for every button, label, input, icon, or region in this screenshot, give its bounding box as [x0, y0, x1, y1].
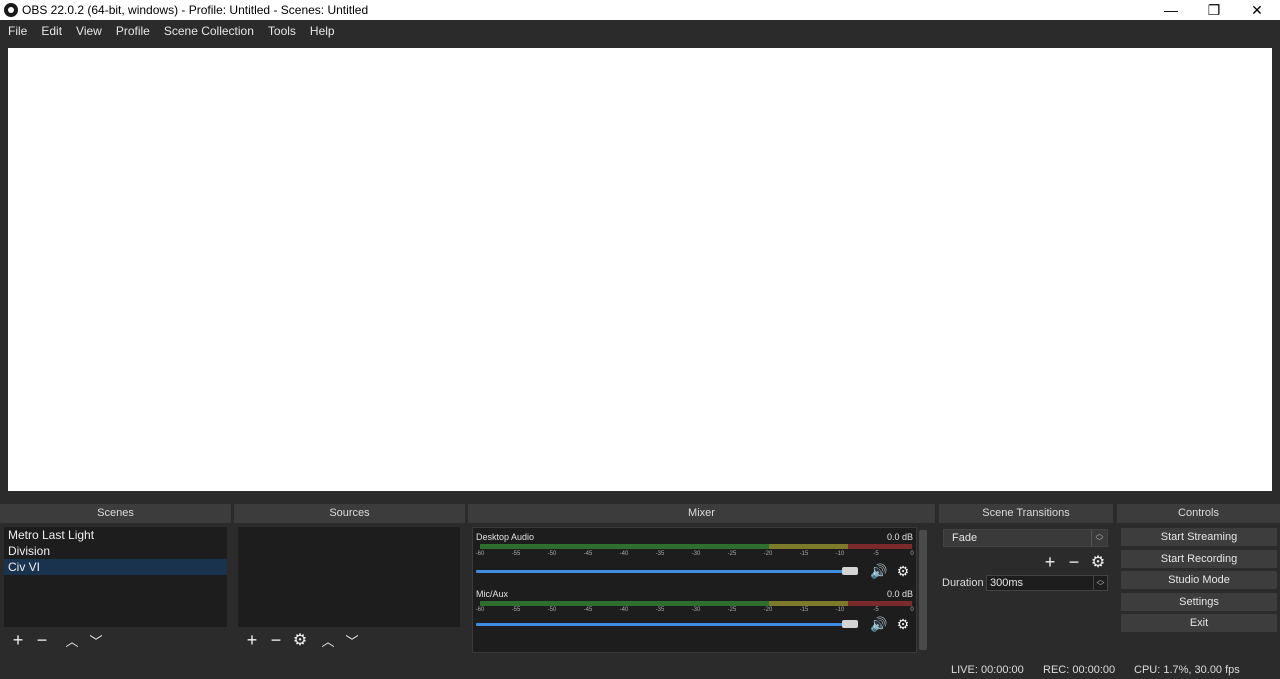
meter-tick-label: -60 — [475, 607, 485, 613]
add-source-icon[interactable]: + — [240, 629, 264, 651]
title-bar: OBS 22.0.2 (64-bit, windows) - Profile: … — [0, 0, 1280, 20]
meter-tick-label: -25 — [727, 551, 737, 557]
transition-select[interactable]: Fade ︿ ﹀ — [943, 529, 1108, 547]
transitions-toolbar: + − ⚙ — [1038, 551, 1110, 573]
meter-tick-label: -45 — [583, 551, 593, 557]
minimize-button[interactable]: — — [1150, 0, 1192, 20]
scene-item-selected[interactable]: Civ VI — [4, 559, 227, 575]
menu-view[interactable]: View — [69, 20, 109, 42]
transition-selected-value: Fade — [952, 532, 978, 544]
meter-ticks-mic-aux: -60 -55 -50 -45 -40 -35 -30 -25 -20 -15 -10 -5 0 — [476, 607, 914, 615]
add-scene-icon[interactable]: + — [6, 629, 30, 651]
meter-tick-label: -5 — [873, 551, 879, 557]
menu-tools[interactable]: Tools — [261, 20, 303, 42]
studio-mode-button[interactable]: Studio Mode — [1121, 571, 1277, 589]
chevron-updown-icon: ︿ ﹀ — [1091, 530, 1107, 546]
restore-button[interactable]: ❐ — [1193, 0, 1235, 20]
scene-item[interactable]: Metro Last Light — [4, 527, 227, 543]
obs-logo-icon — [4, 3, 18, 17]
scenes-toolbar: + − ︿ ﹀ — [6, 629, 108, 651]
menu-bar: File Edit View Profile Scene Collection … — [0, 20, 1280, 42]
meter-tick-label: -45 — [583, 607, 593, 613]
channel-name-desktop-audio: Desktop Audio — [476, 532, 535, 542]
transitions-dock-title: Scene Transitions — [939, 504, 1113, 523]
scene-item[interactable]: Division — [4, 543, 227, 559]
start-recording-button[interactable]: Start Recording — [1121, 550, 1277, 568]
meter-tick-label: -15 — [799, 607, 809, 613]
meter-tick-label: -20 — [763, 607, 773, 613]
channel-gear-icon[interactable]: ⚙ — [894, 563, 912, 579]
scenes-dock-title: Scenes — [0, 504, 231, 523]
start-streaming-button[interactable]: Start Streaming — [1121, 528, 1277, 546]
volume-slider-mic-aux[interactable] — [476, 623, 856, 626]
menu-scene-collection[interactable]: Scene Collection — [157, 20, 261, 42]
menu-edit[interactable]: Edit — [34, 20, 69, 42]
source-properties-gear-icon[interactable]: ⚙ — [288, 629, 312, 651]
remove-source-icon[interactable]: − — [264, 629, 288, 651]
status-cpu: CPU: 1.7%, 30.00 fps — [1134, 664, 1240, 676]
meter-ticks-desktop-audio: -60 -55 -50 -45 -40 -35 -30 -25 -20 -15 -10 -5 0 — [476, 551, 914, 559]
sources-dock-title: Sources — [234, 504, 465, 523]
mixer-scrollbar[interactable] — [919, 530, 927, 650]
remove-scene-icon[interactable]: − — [30, 629, 54, 651]
menu-profile[interactable]: Profile — [109, 20, 157, 42]
window-title: OBS 22.0.2 (64-bit, windows) - Profile: … — [22, 3, 369, 17]
channel-db-mic-aux: 0.0 dB — [886, 589, 913, 599]
volume-meter-mic-aux — [480, 601, 912, 606]
exit-button[interactable]: Exit — [1121, 614, 1277, 632]
status-rec: REC: 00:00:00 — [1043, 664, 1116, 676]
move-scene-up-icon[interactable]: ︿ — [60, 629, 84, 651]
meter-tick-label: 0 — [910, 551, 914, 557]
channel-name-mic-aux: Mic/Aux — [476, 589, 509, 599]
volume-slider-desktop-audio[interactable] — [476, 570, 856, 573]
move-source-up-icon[interactable]: ︿ — [316, 629, 340, 651]
duration-spinbox[interactable]: 300ms ︿ ﹀ — [986, 575, 1108, 591]
volume-slider-handle[interactable] — [842, 620, 858, 628]
meter-tick-label: -25 — [727, 607, 737, 613]
channel-db-desktop-audio: 0.0 dB — [886, 532, 913, 542]
add-transition-icon[interactable]: + — [1038, 551, 1062, 573]
speaker-icon[interactable]: 🔊 — [870, 563, 888, 579]
meter-tick-label: -35 — [655, 607, 665, 613]
volume-meter-desktop-audio — [480, 544, 912, 549]
meter-tick-label: -55 — [511, 607, 521, 613]
remove-transition-icon[interactable]: − — [1062, 551, 1086, 573]
meter-tick-label: -10 — [835, 607, 845, 613]
duration-value: 300ms — [990, 577, 1024, 589]
menu-file[interactable]: File — [1, 20, 34, 42]
meter-tick-label: -10 — [835, 551, 845, 557]
meter-tick-label: -20 — [763, 551, 773, 557]
move-scene-down-icon[interactable]: ﹀ — [84, 629, 108, 651]
duration-label: Duration — [942, 577, 984, 589]
close-button[interactable]: ✕ — [1236, 0, 1278, 20]
volume-slider-handle[interactable] — [842, 567, 858, 575]
meter-tick-label: -30 — [691, 607, 701, 613]
preview-canvas[interactable] — [8, 48, 1272, 491]
meter-tick-label: -30 — [691, 551, 701, 557]
meter-tick-label: -50 — [547, 607, 557, 613]
meter-tick-label: -35 — [655, 551, 665, 557]
sources-list[interactable] — [238, 527, 460, 627]
meter-tick-label: -5 — [873, 607, 879, 613]
sources-toolbar: + − ⚙ ︿ ﹀ — [240, 629, 364, 651]
settings-button[interactable]: Settings — [1121, 593, 1277, 611]
meter-tick-label: -55 — [511, 551, 521, 557]
meter-tick-label: -40 — [619, 607, 629, 613]
channel-gear-icon[interactable]: ⚙ — [894, 616, 912, 632]
meter-tick-label: -40 — [619, 551, 629, 557]
menu-help[interactable]: Help — [303, 20, 342, 42]
status-live: LIVE: 00:00:00 — [951, 664, 1024, 676]
move-source-down-icon[interactable]: ﹀ — [340, 629, 364, 651]
mixer-dock-title: Mixer — [468, 504, 935, 523]
meter-tick-label: 0 — [910, 607, 914, 613]
meter-tick-label: -50 — [547, 551, 557, 557]
meter-tick-label: -60 — [475, 551, 485, 557]
chevron-updown-icon[interactable]: ︿ ﹀ — [1093, 576, 1107, 591]
transition-gear-icon[interactable]: ⚙ — [1086, 551, 1110, 573]
scenes-list[interactable]: Metro Last Light Division Civ VI — [4, 527, 227, 627]
speaker-icon[interactable]: 🔊 — [870, 616, 888, 632]
meter-tick-label: -15 — [799, 551, 809, 557]
controls-dock-title: Controls — [1117, 504, 1280, 523]
